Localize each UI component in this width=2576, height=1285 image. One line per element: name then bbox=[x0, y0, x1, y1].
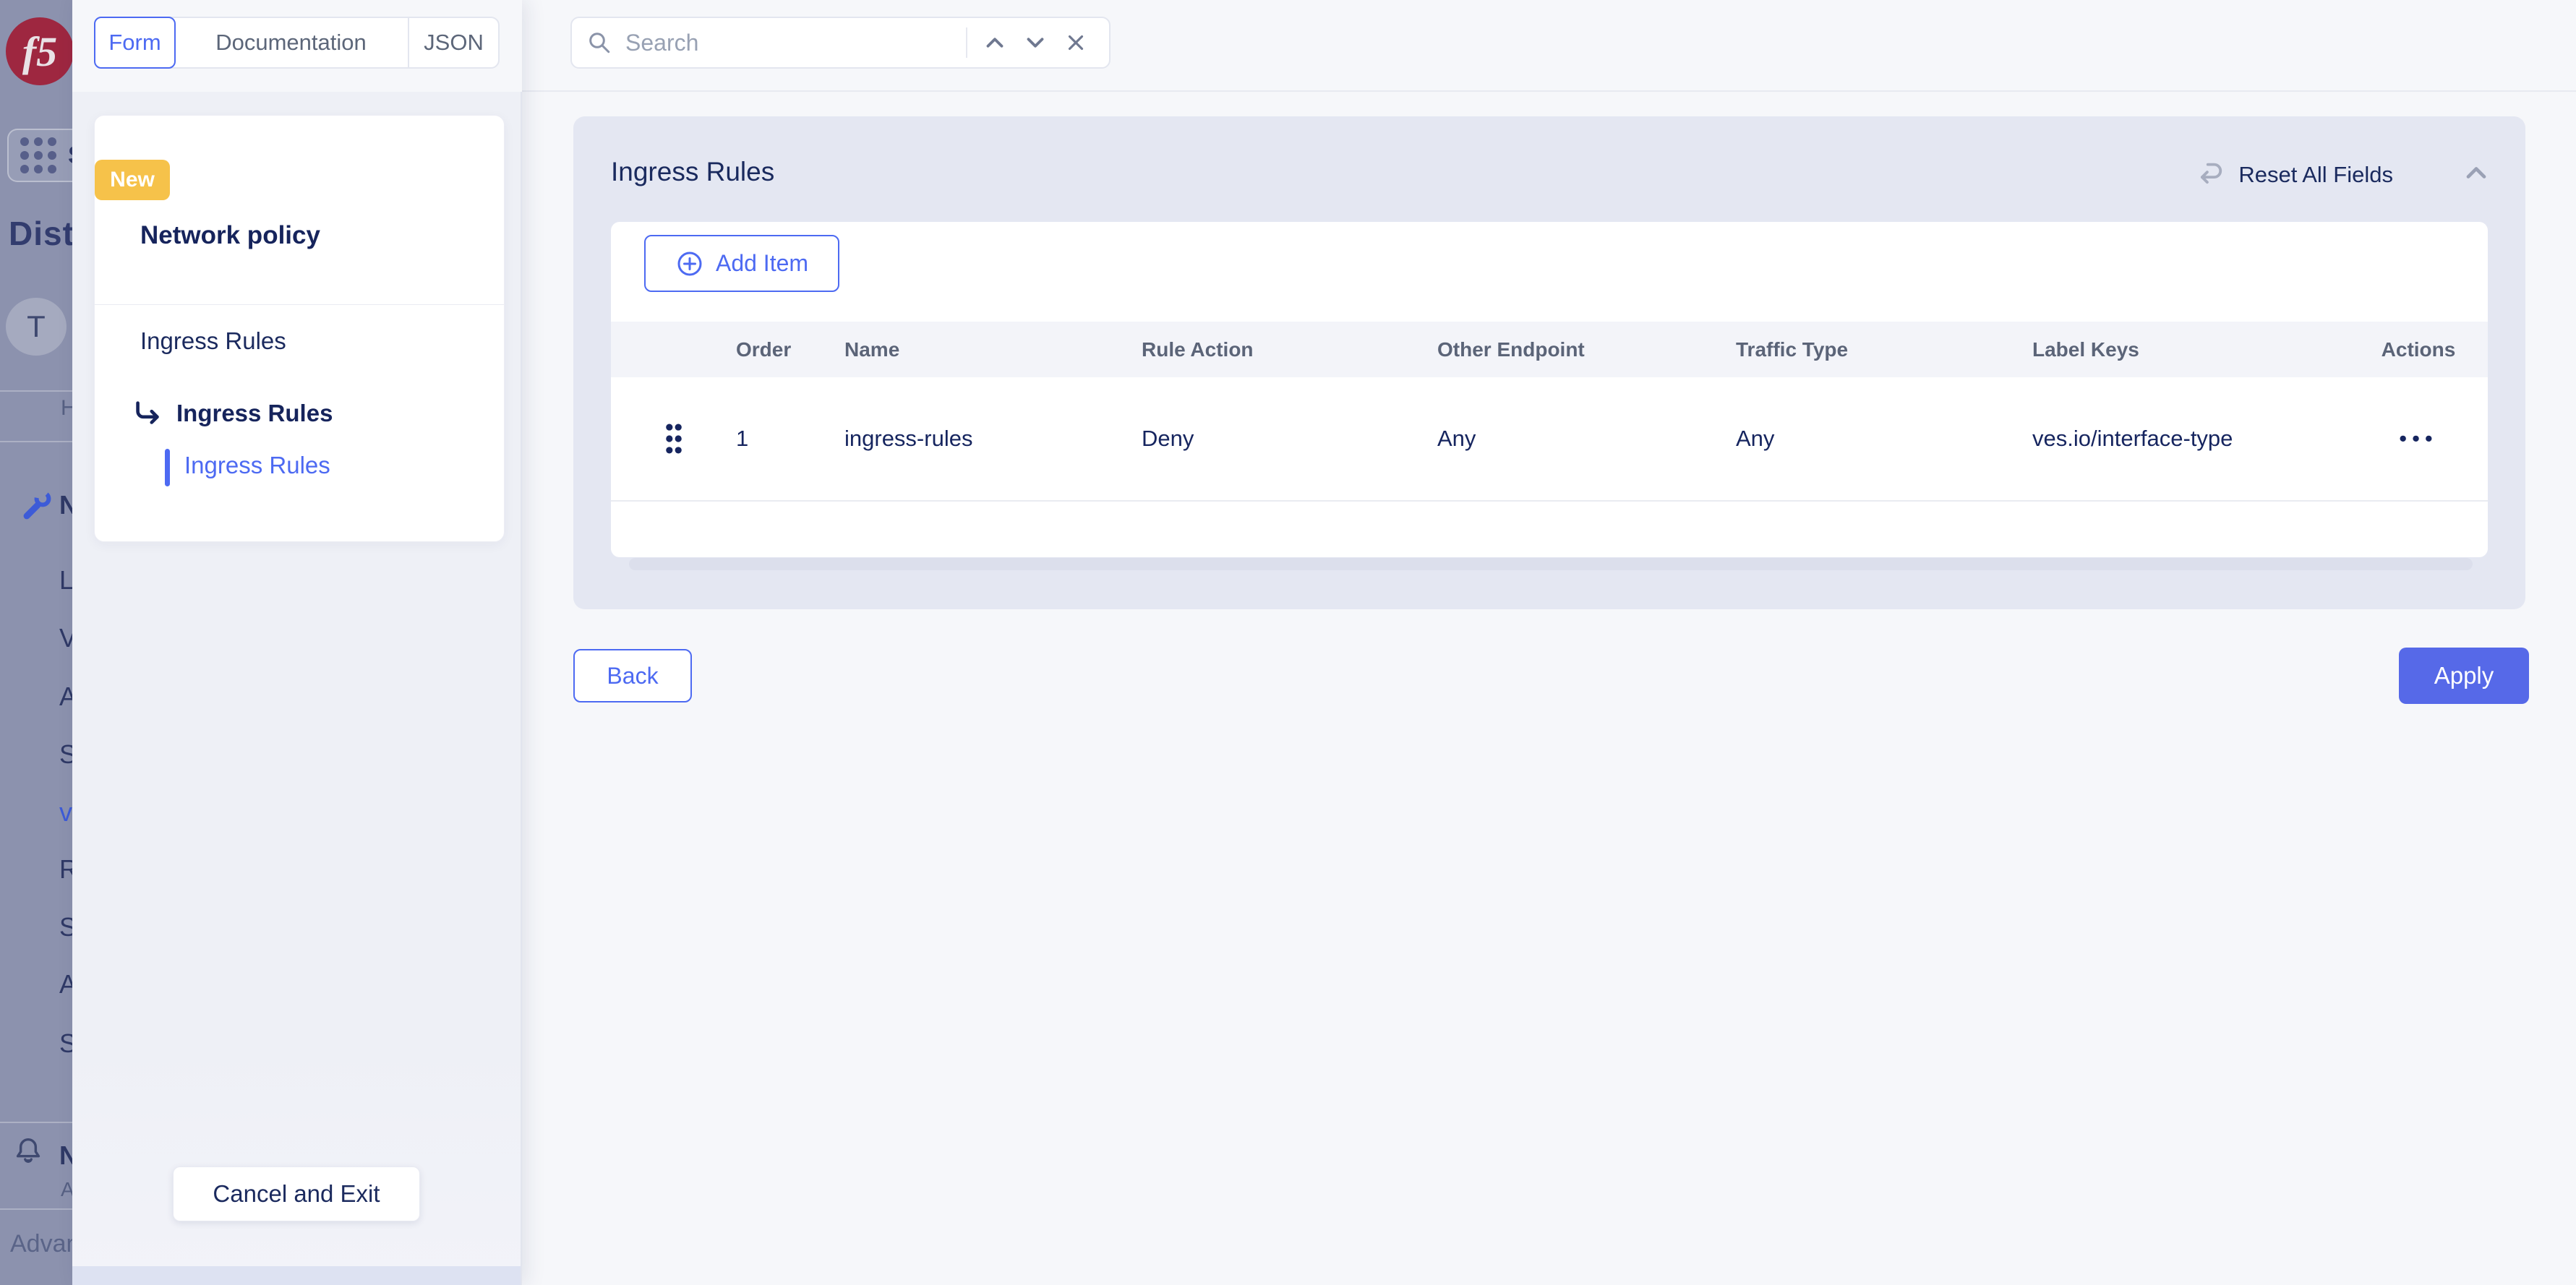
f5-logo-text: f5 bbox=[22, 27, 57, 76]
sidenav-notifications-sub: A bbox=[61, 1178, 72, 1201]
search-divider bbox=[966, 27, 967, 58]
back-button[interactable]: Back bbox=[573, 649, 692, 702]
drawer-bottom-strip bbox=[72, 1266, 521, 1285]
bell-icon bbox=[12, 1135, 45, 1172]
sidenav-divider bbox=[0, 390, 72, 392]
form-drawer: Form Documentation JSON New Network poli… bbox=[72, 0, 522, 1285]
horizontal-scrollbar[interactable] bbox=[629, 558, 2473, 570]
sidenav-item-2[interactable]: V bbox=[59, 623, 72, 653]
f5-logo[interactable]: f5 bbox=[6, 17, 72, 85]
sidenav-item-manage[interactable]: N bbox=[59, 490, 72, 520]
panel-title: Ingress Rules bbox=[611, 157, 774, 187]
sidenav-section-label: H bbox=[61, 396, 72, 421]
column-header-actions: Actions bbox=[2349, 338, 2488, 361]
tree-item-ingress-rules-child[interactable]: Ingress Rules bbox=[176, 400, 333, 427]
tab-json[interactable]: JSON bbox=[408, 18, 498, 67]
sidenav-footer-link[interactable]: Advan bbox=[10, 1230, 72, 1258]
ingress-rules-panel: Ingress Rules Reset All Fields bbox=[573, 116, 2525, 609]
search-input[interactable] bbox=[625, 30, 959, 56]
sidenav-item-4[interactable]: S bbox=[59, 739, 72, 770]
side-navigation: f5 S Dist T H N L V A S v R S A S N A Ad… bbox=[0, 0, 72, 1285]
search-prev-button[interactable] bbox=[975, 22, 1015, 63]
back-label: Back bbox=[607, 663, 658, 689]
search-icon bbox=[585, 22, 614, 63]
column-header-other-endpoint: Other Endpoint bbox=[1437, 338, 1736, 361]
cancel-and-exit-button[interactable]: Cancel and Exit bbox=[173, 1166, 420, 1221]
form-title: Network policy bbox=[140, 221, 320, 250]
reset-all-fields-label: Reset All Fields bbox=[2238, 162, 2393, 188]
cancel-and-exit-label: Cancel and Exit bbox=[213, 1180, 380, 1208]
drawer-tabs-strip: Form Documentation JSON bbox=[72, 0, 522, 92]
main-content: Ingress Rules Reset All Fields bbox=[522, 92, 2576, 1285]
sidenav-item-8[interactable]: A bbox=[59, 969, 72, 1000]
sidenav-divider bbox=[0, 441, 72, 442]
tenant-initial: T bbox=[27, 309, 46, 344]
sidenav-item-7[interactable]: S bbox=[59, 912, 72, 942]
cell-rule-action: Deny bbox=[1142, 426, 1437, 452]
column-header-rule-action: Rule Action bbox=[1142, 338, 1437, 361]
reset-icon bbox=[2196, 158, 2227, 192]
sidenav-item-3[interactable]: A bbox=[59, 682, 72, 712]
tree-item-ingress-rules[interactable]: Ingress Rules bbox=[140, 327, 286, 355]
drag-handle[interactable] bbox=[611, 422, 736, 455]
reset-all-fields-button[interactable]: Reset All Fields bbox=[2196, 158, 2393, 192]
tab-form[interactable]: Form bbox=[94, 17, 176, 69]
search-box bbox=[570, 17, 1111, 69]
sidenav-divider bbox=[0, 1208, 72, 1210]
sidenav-item-6[interactable]: R bbox=[59, 854, 72, 885]
cell-name: ingress-rules bbox=[844, 426, 1142, 452]
grid-icon bbox=[20, 137, 56, 173]
tab-documentation[interactable]: Documentation bbox=[174, 18, 408, 67]
form-nav-card: New Network policy Ingress Rules Ingress… bbox=[94, 115, 505, 542]
view-mode-tabs: Form Documentation JSON bbox=[94, 17, 500, 69]
tree-branch-arrow-icon bbox=[131, 397, 164, 434]
new-badge: New bbox=[95, 160, 170, 200]
sidenav-item-1[interactable]: L bbox=[59, 565, 72, 596]
cell-traffic-type: Any bbox=[1736, 426, 2032, 452]
ingress-rules-table-card: Add Item Order Name Rule Action Other En… bbox=[611, 222, 2488, 557]
table-header-row: Order Name Rule Action Other Endpoint Tr… bbox=[611, 322, 2488, 377]
sidenav-item-notifications[interactable]: N bbox=[59, 1140, 72, 1171]
sidenav-divider bbox=[0, 1122, 72, 1123]
wrench-icon bbox=[20, 489, 55, 527]
circle-plus-icon bbox=[675, 249, 704, 278]
apply-label: Apply bbox=[2434, 662, 2494, 689]
active-tree-indicator bbox=[165, 449, 170, 486]
add-item-label: Add Item bbox=[716, 250, 808, 277]
tree-item-ingress-rules-active[interactable]: Ingress Rules bbox=[184, 452, 330, 479]
table-row: 1 ingress-rules Deny Any Any ves.io/inte… bbox=[611, 377, 2488, 502]
top-bar bbox=[522, 0, 2576, 92]
collapse-section-button[interactable] bbox=[2460, 157, 2492, 192]
cell-order: 1 bbox=[736, 426, 844, 452]
search-clear-button[interactable] bbox=[1056, 22, 1096, 63]
cell-other-endpoint: Any bbox=[1437, 426, 1736, 452]
column-header-traffic-type: Traffic Type bbox=[1736, 338, 2032, 361]
workspace-switcher-button[interactable]: S bbox=[7, 129, 72, 182]
column-header-order: Order bbox=[736, 338, 844, 361]
add-item-button[interactable]: Add Item bbox=[644, 235, 839, 292]
sidenav-item-5-active[interactable]: v bbox=[59, 797, 72, 828]
column-header-label-keys: Label Keys bbox=[2032, 338, 2349, 361]
search-next-button[interactable] bbox=[1015, 22, 1056, 63]
divider bbox=[95, 304, 504, 305]
chevron-up-icon bbox=[2460, 157, 2492, 189]
sidenav-item-9[interactable]: S bbox=[59, 1028, 72, 1059]
cell-label-keys: ves.io/interface-type bbox=[2032, 426, 2349, 452]
row-actions-menu-button[interactable]: ••• bbox=[2349, 426, 2488, 452]
column-header-name: Name bbox=[844, 338, 1142, 361]
tenant-pill[interactable]: T bbox=[6, 298, 67, 356]
sidenav-heading: Dist bbox=[9, 214, 72, 253]
apply-button[interactable]: Apply bbox=[2399, 648, 2529, 704]
